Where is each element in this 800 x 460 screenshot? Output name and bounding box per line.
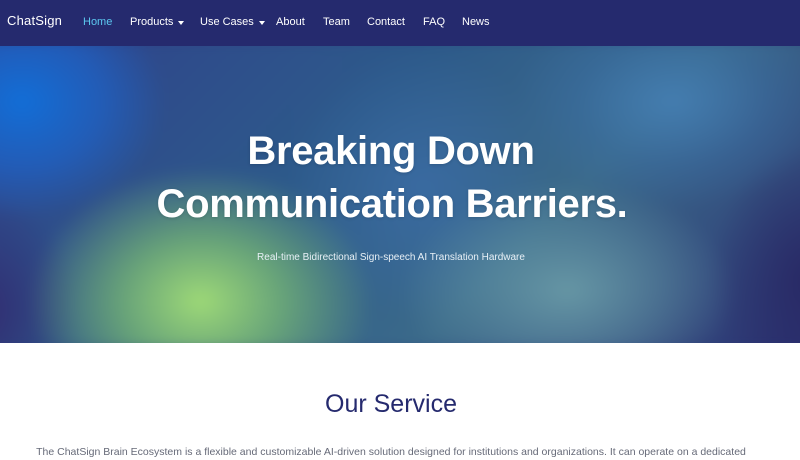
nav-home[interactable]: Home bbox=[83, 16, 112, 28]
caret-down-icon bbox=[258, 20, 265, 25]
hero-subtitle: Real-time Bidirectional Sign-speech AI T… bbox=[257, 252, 525, 263]
nav-contact-label: Contact bbox=[367, 16, 405, 28]
nav-home-label: Home bbox=[83, 16, 113, 28]
service-description: The ChatSign Brain Ecosystem is a flexib… bbox=[36, 446, 746, 458]
service-heading: Our Service bbox=[325, 390, 457, 418]
nav-use-cases-label: Use Cases bbox=[200, 16, 254, 28]
nav-faq[interactable]: FAQ bbox=[423, 16, 445, 28]
nav-products-dropdown[interactable]: Products bbox=[130, 16, 185, 28]
caret-down-icon bbox=[178, 20, 185, 25]
nav-use-cases-dropdown[interactable]: Use Cases bbox=[200, 16, 265, 28]
nav-products-label: Products bbox=[130, 16, 174, 28]
nav-team[interactable]: Team bbox=[323, 16, 350, 28]
nav-team-label: Team bbox=[323, 16, 350, 28]
nav-faq-label: FAQ bbox=[423, 16, 446, 28]
nav-news[interactable]: News bbox=[462, 16, 490, 28]
nav-news-label: News bbox=[462, 16, 490, 28]
hero-banner: Breaking Down Communication Barriers. Re… bbox=[0, 46, 800, 343]
hero-title-line-1: Breaking Down bbox=[247, 129, 535, 173]
top-navbar: ChatSign Home Products Use Cases About T… bbox=[0, 0, 800, 46]
nav-about-label: About bbox=[276, 16, 305, 28]
brand-logo[interactable]: ChatSign bbox=[7, 13, 62, 28]
hero-title-line-2: Communication Barriers. bbox=[156, 182, 628, 226]
nav-about[interactable]: About bbox=[276, 16, 305, 28]
nav-contact[interactable]: Contact bbox=[367, 16, 405, 28]
